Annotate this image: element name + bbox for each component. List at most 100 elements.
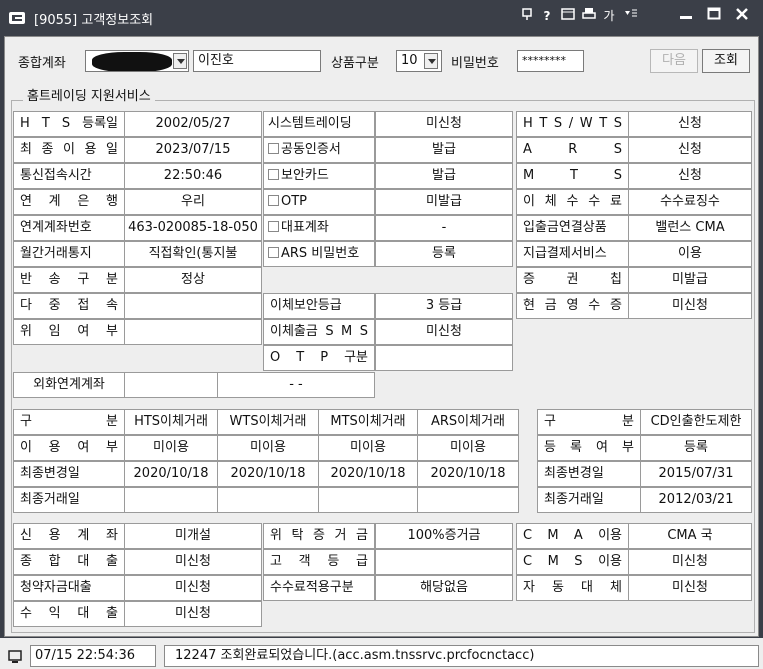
mid-row2-value: 미신청 — [375, 319, 513, 345]
product-dropdown-icon[interactable] — [424, 53, 438, 69]
left-row-value: 22:50:46 — [124, 163, 262, 189]
left-row-label: 반 송 구 분 — [13, 267, 125, 293]
cd-row-value: 2012/03/21 — [640, 487, 752, 513]
cma-row-value: CMA 국 — [628, 523, 752, 549]
margin-row-label: 위 탁 증 거 금 — [263, 523, 375, 549]
status-message: 12247 조회완료되었습니다.(acc.asm.tnssrvc.prcfocn… — [164, 645, 759, 667]
transfer-cell: 미이용 — [124, 435, 218, 461]
left-row-label: 위 임 여 부 — [13, 319, 125, 345]
right-row-value: 미발급 — [628, 267, 752, 293]
mid-row-label[interactable]: 보안카드 — [263, 163, 375, 189]
mid-row-value: 미발급 — [375, 189, 513, 215]
checkbox[interactable] — [268, 169, 279, 180]
screen-icon[interactable] — [559, 7, 577, 25]
query-button[interactable]: 조회 — [702, 49, 750, 73]
right-row-value: 신청 — [628, 137, 752, 163]
mid-row-label[interactable]: 공동인증서 — [263, 137, 375, 163]
transfer-header: HTS이체거래 — [124, 409, 218, 435]
checkbox[interactable] — [268, 221, 279, 232]
status-bar: 07/15 22:54:36 12247 조회완료되었습니다.(acc.asm.… — [0, 638, 763, 669]
transfer-cell — [318, 487, 418, 513]
account-dropdown-icon[interactable] — [173, 53, 187, 69]
margin-row-value: 해당없음 — [375, 575, 513, 601]
password-label: 비밀번호 — [451, 56, 499, 71]
right-row-value: 밸런스 CMA — [628, 215, 752, 241]
right-row-label: M T S — [516, 163, 629, 189]
transfer-header: MTS이체거래 — [318, 409, 418, 435]
credit-row-value: 미신청 — [124, 575, 262, 601]
mid-row-label-text: OTP — [281, 194, 308, 209]
mid-row-label[interactable]: 대표계좌 — [263, 215, 375, 241]
checkbox[interactable] — [268, 247, 279, 258]
close-icon[interactable] — [732, 7, 752, 25]
transfer-row-label: 최종변경일 — [13, 461, 125, 487]
print-icon[interactable] — [580, 7, 598, 25]
monitor-icon[interactable] — [8, 650, 22, 664]
help-icon[interactable]: ? — [538, 7, 556, 25]
transfer-header: WTS이체거래 — [217, 409, 319, 435]
mid-row-label[interactable]: ARS 비밀번호 — [263, 241, 375, 267]
margin-row-value — [375, 549, 513, 575]
credit-row-label: 신 용 계 좌 — [13, 523, 125, 549]
mid-row-label-text: 공동인증서 — [281, 142, 341, 157]
left-row-value — [124, 319, 262, 345]
margin-row-value: 100%증거금 — [375, 523, 513, 549]
right-row-value: 미신청 — [628, 293, 752, 319]
right-row-label: 이 체 수 수 료 — [516, 189, 629, 215]
font-size-icon[interactable]: 가 — [600, 7, 618, 25]
next-button[interactable]: 다음 — [650, 49, 698, 73]
menu-icon[interactable] — [622, 7, 640, 25]
status-time: 07/15 22:54:36 — [30, 645, 156, 667]
credit-row-value: 미개설 — [124, 523, 262, 549]
left-row-value: 463-020085-18-050 — [124, 215, 262, 241]
mid-row-label[interactable]: OTP — [263, 189, 375, 215]
password-field[interactable]: ******** — [517, 50, 584, 72]
maximize-icon[interactable] — [704, 7, 724, 25]
cma-row-value: 미신청 — [628, 575, 752, 601]
checkbox[interactable] — [268, 143, 279, 154]
cd-row-value: 등록 — [640, 435, 752, 461]
foreign-account-label: 외화연계계좌 — [13, 372, 125, 398]
checkbox[interactable] — [268, 195, 279, 206]
product-label: 상품구분 — [331, 56, 379, 71]
mid-row2-label: O T P 구분 — [263, 345, 375, 371]
left-row-value: 2002/05/27 — [124, 111, 262, 137]
transfer-cell: 미이용 — [318, 435, 418, 461]
cd-row-label: 최종변경일 — [537, 461, 641, 487]
window-title: [9055] 고객정보조회 — [34, 13, 154, 28]
mid-row-label-text: 보안카드 — [281, 168, 329, 183]
right-row-value: 수수료징수 — [628, 189, 752, 215]
mid-row-value: 발급 — [375, 163, 513, 189]
foreign-account-value2: - - — [217, 372, 375, 398]
mid-row-value: 발급 — [375, 137, 513, 163]
app-icon — [9, 12, 25, 24]
transfer-cell — [417, 487, 519, 513]
margin-row-label: 수수료적용구분 — [263, 575, 375, 601]
pin-icon[interactable] — [518, 7, 536, 25]
minimize-icon[interactable] — [676, 7, 696, 25]
left-row-value: 직접확인(통지불 — [124, 241, 262, 267]
right-row-value: 이용 — [628, 241, 752, 267]
credit-row-value: 미신청 — [124, 549, 262, 575]
credit-row-label: 수 익 대 출 — [13, 601, 125, 627]
title-bar: [9055] 고객정보조회 ? 가 — [0, 0, 763, 36]
cd-row-label: 등 록 여 부 — [537, 435, 641, 461]
left-row-label: 연계계좌번호 — [13, 215, 125, 241]
cma-row-label: 자 동 대 체 — [516, 575, 629, 601]
redacted-blot — [92, 52, 172, 71]
transfer-cell: 2020/10/18 — [217, 461, 319, 487]
left-row-value: 정상 — [124, 267, 262, 293]
mid-row-label-text: 시스템트레이딩 — [268, 116, 352, 131]
left-row-label: 최 종 이 용 일 — [13, 137, 125, 163]
left-row-label: 다 중 접 속 — [13, 293, 125, 319]
right-row-label: 증 권 칩 — [516, 267, 629, 293]
right-row-label: 현 금 영 수 증 — [516, 293, 629, 319]
transfer-cell — [217, 487, 319, 513]
cma-row-label: C M A 이용 — [516, 523, 629, 549]
window: [9055] 고객정보조회 ? 가 종합계좌 이진호 상품구분 10 비밀번호 … — [0, 0, 763, 669]
mid-row-value: 등록 — [375, 241, 513, 267]
mid-row-label: 시스템트레이딩 — [263, 111, 375, 137]
right-row-value: 신청 — [628, 163, 752, 189]
margin-row-label: 고 객 등 급 — [263, 549, 375, 575]
account-name-field: 이진호 — [193, 50, 321, 72]
